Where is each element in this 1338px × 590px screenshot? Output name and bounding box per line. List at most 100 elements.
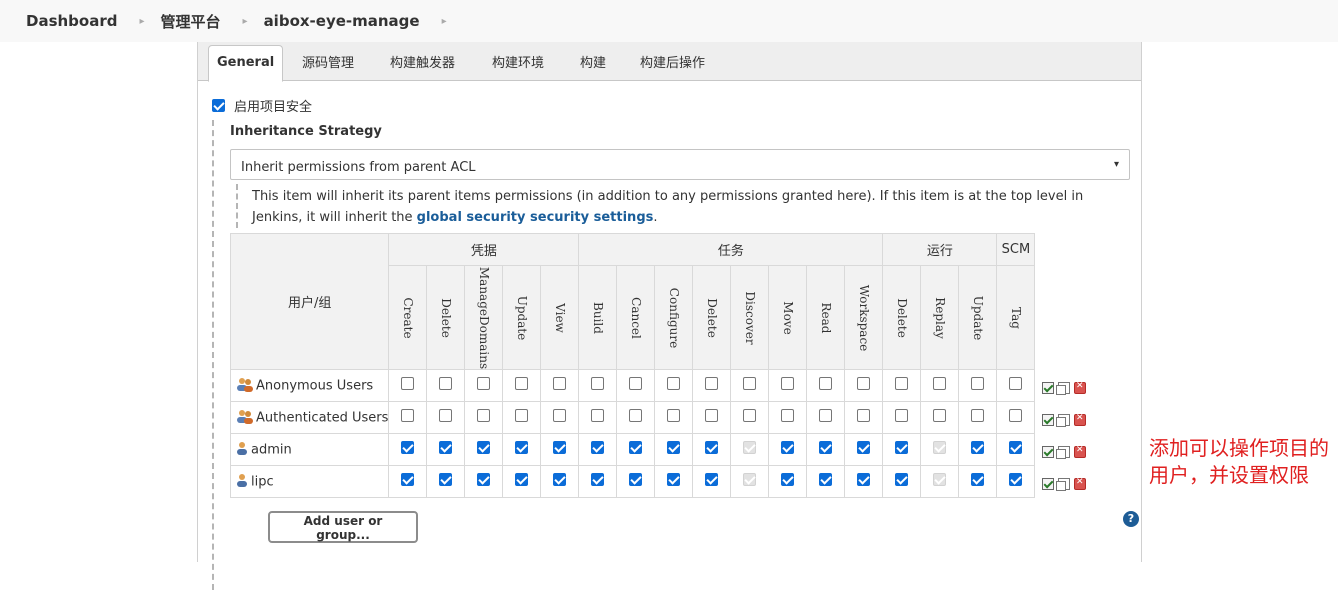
permission-checkbox[interactable] [401,377,415,390]
copy-icon[interactable] [1056,414,1070,427]
permission-checkbox[interactable] [591,473,605,486]
permission-checkbox[interactable] [591,409,605,422]
add-user-or-group-button[interactable]: Add user or group... [268,511,418,543]
permission-checkbox[interactable] [971,473,985,486]
group-icon [236,408,253,428]
breadcrumb-separator-icon[interactable]: ▸ [442,16,447,27]
permission-checkbox[interactable] [743,409,757,422]
inheritance-strategy-select[interactable]: Inherit permissions from parent ACL ▾ [230,149,1130,180]
permission-checkbox[interactable] [971,409,985,422]
permission-checkbox[interactable] [401,409,415,422]
permission-checkbox[interactable] [705,473,719,486]
delete-icon[interactable] [1074,477,1086,490]
enable-security-checkbox[interactable] [212,99,225,112]
permission-checkbox[interactable] [819,441,833,454]
tab-post-build[interactable]: 构建后操作 [640,52,705,71]
permission-checkbox[interactable] [1009,377,1023,390]
permission-checkbox[interactable] [591,377,605,390]
tab-scm[interactable]: 源码管理 [302,52,354,71]
permission-checkbox[interactable] [705,377,719,390]
permission-checkbox[interactable] [439,377,453,390]
delete-icon[interactable] [1074,413,1086,426]
select-all-icon[interactable] [1042,478,1054,490]
breadcrumb-dashboard[interactable]: Dashboard [26,12,117,30]
permission-checkbox[interactable] [515,441,529,454]
permission-checkbox[interactable] [781,409,795,422]
permission-checkbox[interactable] [667,473,681,486]
permission-checkbox[interactable] [819,473,833,486]
permission-checkbox[interactable] [933,409,947,422]
breadcrumb-job[interactable]: aibox-eye-manage [264,12,420,30]
permission-checkbox[interactable] [515,377,529,390]
permission-checkbox[interactable] [1009,409,1023,422]
copy-icon[interactable] [1056,446,1070,459]
permission-checkbox[interactable] [933,377,947,390]
permission-checkbox[interactable] [553,377,567,390]
permission-checkbox[interactable] [629,473,643,486]
permission-cell [540,369,580,402]
permission-checkbox[interactable] [819,377,833,390]
permission-checkbox[interactable] [667,409,681,422]
delete-icon[interactable] [1074,445,1086,458]
permission-checkbox[interactable] [439,441,453,454]
permission-checkbox[interactable] [553,409,567,422]
tab-environment[interactable]: 构建环境 [492,52,544,71]
permission-checkbox[interactable] [401,441,415,454]
select-all-icon[interactable] [1042,382,1054,394]
permission-checkbox[interactable] [667,441,681,454]
permission-checkbox[interactable] [819,409,833,422]
permission-checkbox[interactable] [477,377,491,390]
help-icon[interactable]: ? [1123,511,1139,527]
permission-checkbox[interactable] [971,377,985,390]
permission-checkbox[interactable] [439,473,453,486]
permission-checkbox[interactable] [857,377,871,390]
permission-checkbox[interactable] [553,473,567,486]
tab-build[interactable]: 构建 [580,52,606,71]
permission-header: View [540,265,580,370]
permission-cell [958,433,998,466]
copy-icon[interactable] [1056,382,1070,395]
permission-checkbox[interactable] [439,409,453,422]
tab-triggers[interactable]: 构建触发器 [390,52,455,71]
permission-checkbox[interactable] [743,377,757,390]
permission-checkbox[interactable] [705,409,719,422]
permission-checkbox[interactable] [895,377,909,390]
permission-checkbox[interactable] [591,441,605,454]
permission-checkbox[interactable] [1009,473,1023,486]
permission-checkbox[interactable] [477,473,491,486]
permission-checkbox[interactable] [629,377,643,390]
permission-checkbox[interactable] [895,409,909,422]
permission-label: Build [590,301,605,334]
permission-checkbox[interactable] [781,473,795,486]
permission-checkbox[interactable] [971,441,985,454]
permission-checkbox[interactable] [895,441,909,454]
permission-checkbox[interactable] [895,473,909,486]
permission-checkbox[interactable] [515,409,529,422]
permission-checkbox[interactable] [857,441,871,454]
permission-checkbox[interactable] [857,473,871,486]
tab-general[interactable]: General [208,45,284,82]
permission-checkbox[interactable] [629,409,643,422]
permission-checkbox[interactable] [515,473,529,486]
delete-icon[interactable] [1074,381,1086,394]
permission-checkbox[interactable] [857,409,871,422]
permission-cell [502,465,542,498]
permission-checkbox[interactable] [477,409,491,422]
permission-checkbox[interactable] [1009,441,1023,454]
permission-checkbox[interactable] [477,441,491,454]
permission-label: Delete [704,297,719,338]
permission-checkbox[interactable] [401,473,415,486]
permission-checkbox[interactable] [705,441,719,454]
global-security-link[interactable]: global security security settings [417,210,654,225]
permission-checkbox[interactable] [781,377,795,390]
permission-checkbox[interactable] [667,377,681,390]
description-divider [236,184,238,228]
select-all-icon[interactable] [1042,446,1054,458]
permission-checkbox[interactable] [629,441,643,454]
breadcrumb-platform[interactable]: 管理平台 [161,11,221,32]
permission-checkbox[interactable] [781,441,795,454]
select-all-icon[interactable] [1042,414,1054,426]
copy-icon[interactable] [1056,478,1070,491]
permission-checkbox[interactable] [553,441,567,454]
table-row: Authenticated Users [229,401,1036,434]
